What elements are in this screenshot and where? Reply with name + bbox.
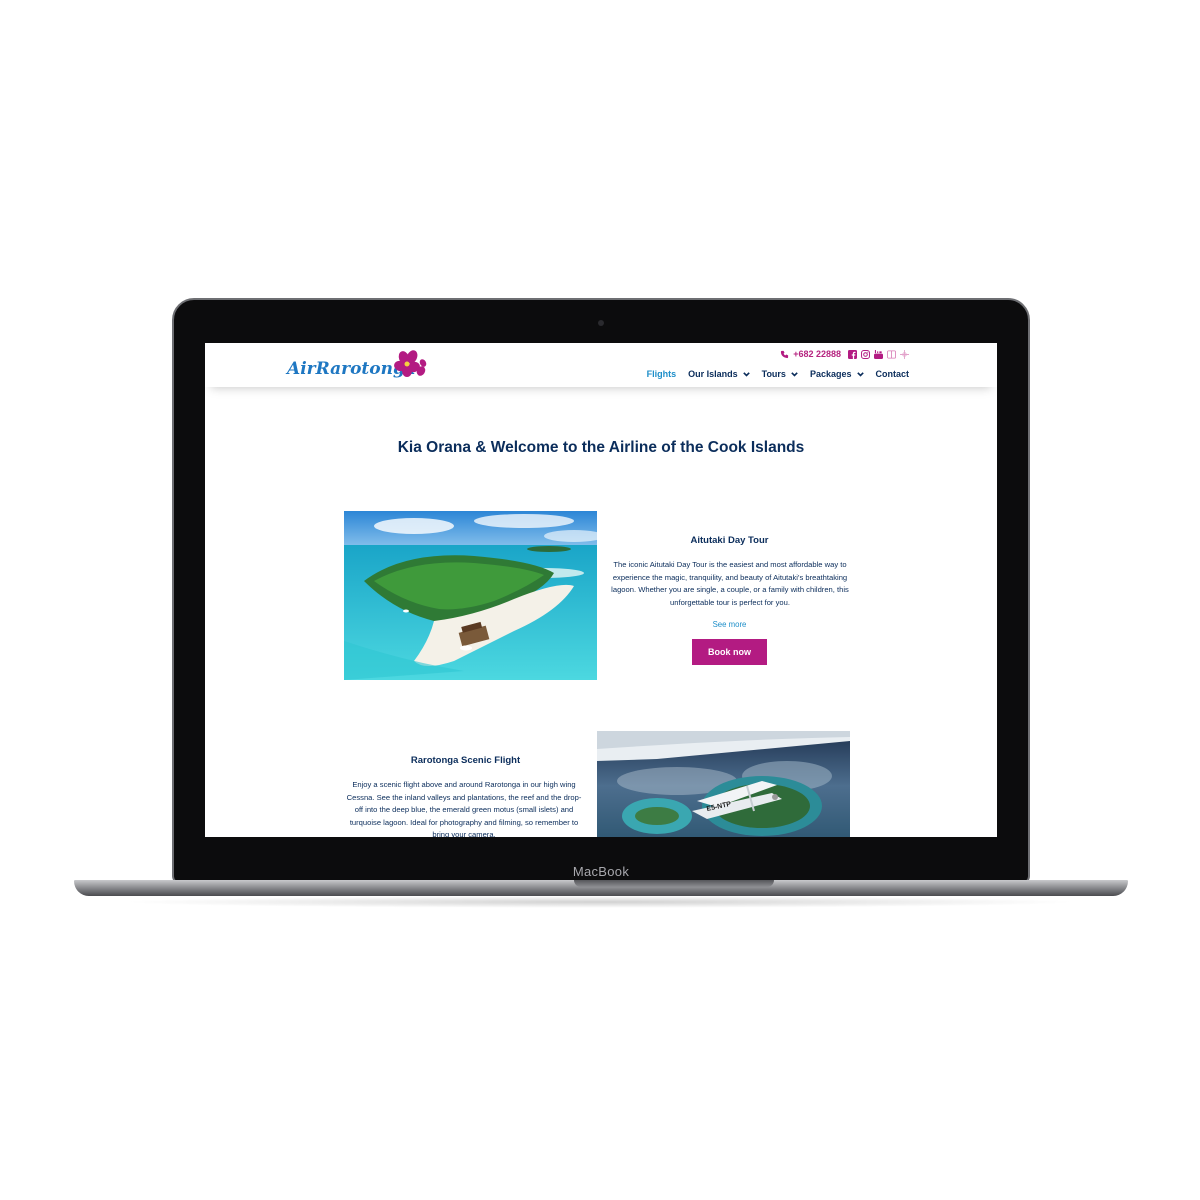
nav-flights[interactable]: Flights (647, 369, 677, 379)
chevron-down-icon (791, 371, 798, 377)
tour1-see-more-link[interactable]: See more (597, 620, 862, 629)
tour1-title: Aitutaki Day Tour (690, 535, 769, 546)
book-now-button[interactable]: Book now (692, 639, 767, 665)
phone-number[interactable]: +682 22888 (793, 349, 841, 359)
page-title: Kia Orana & Welcome to the Airline of th… (397, 439, 805, 456)
tour2-title: Rarotonga Scenic Flight (410, 755, 521, 766)
nav-tours[interactable]: Tours (762, 369, 798, 379)
tour2-description: Enjoy a scenic flight above and around R… (346, 780, 582, 837)
aitutaki-island-image[interactable] (344, 511, 597, 680)
main-nav: Flights Our Islands Tours Packages Conta… (647, 369, 909, 379)
tripadvisor-icon[interactable] (887, 349, 896, 359)
app-icon[interactable] (900, 349, 909, 359)
youtube-icon[interactable] (874, 349, 883, 359)
device-brand-label: MacBook (572, 864, 630, 879)
website-screen: AirRarotonga +682 22888 Flights Our Isla… (205, 343, 997, 837)
laptop-notch (574, 880, 774, 887)
tour1-description: The iconic Aitutaki Day Tour is the easi… (611, 560, 849, 607)
scenic-flight-image[interactable]: E5-NTP (597, 731, 850, 837)
laptop-shadow (120, 896, 1080, 908)
facebook-icon[interactable] (848, 349, 857, 359)
instagram-icon[interactable] (861, 349, 870, 359)
contact-bar: +682 22888 (780, 349, 909, 359)
chevron-down-icon (856, 371, 864, 377)
nav-contact[interactable]: Contact (876, 369, 910, 379)
nav-our-islands[interactable]: Our Islands (688, 369, 750, 379)
chevron-down-icon (742, 371, 750, 377)
camera-icon (598, 320, 604, 326)
nav-packages[interactable]: Packages (810, 369, 864, 379)
phone-icon[interactable] (780, 350, 789, 359)
hibiscus-logo-icon (394, 350, 427, 377)
site-header: AirRarotonga +682 22888 Flights Our Isla… (205, 343, 997, 387)
laptop-base (74, 880, 1128, 896)
